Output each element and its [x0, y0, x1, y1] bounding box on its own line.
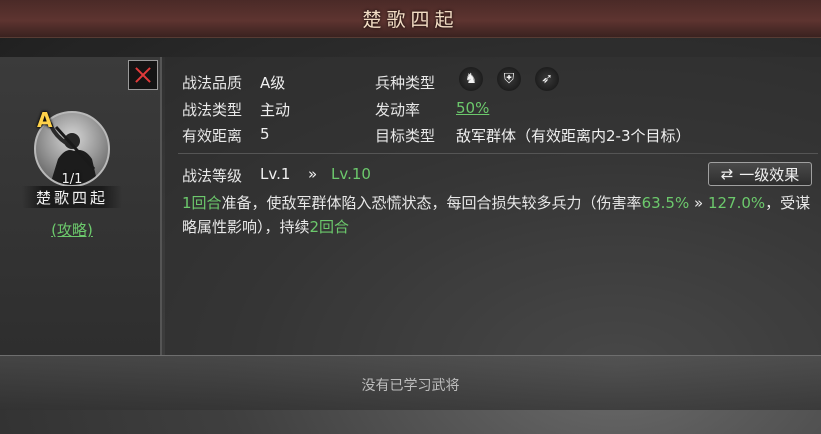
quality-label: 战法品质 [182, 74, 243, 92]
close-button[interactable] [128, 60, 158, 90]
desc-duration: 2回合 [309, 218, 350, 236]
cavalry-icon: ♞ [459, 67, 483, 91]
tactic-name: 楚歌四起 [35, 189, 108, 207]
swap-icon: ⇄ [720, 165, 734, 183]
rate-value: 50% [456, 99, 490, 117]
top-strip [0, 37, 821, 57]
level-effect-button[interactable]: ⇄ 一级效果 [708, 162, 812, 186]
quality-value: A级 [260, 74, 286, 92]
page-title: 楚歌四起 [362, 9, 459, 31]
target-label: 目标类型 [375, 127, 436, 145]
type-label: 战法类型 [182, 101, 243, 119]
range-value: 5 [260, 125, 270, 143]
type-value: 主动 [260, 101, 291, 119]
divider [178, 153, 818, 154]
level-max: Lv.10 [331, 165, 371, 183]
desc-damage-max: 127.0% [707, 194, 766, 212]
desc-text-1: 准备，使敌军群体陷入恐慌状态，每回合损失较多兵力（伤害率 [221, 194, 642, 212]
desc-damage-min: 63.5% [641, 194, 690, 212]
level-arrow: » [308, 165, 318, 183]
no-learned-generals-text: 没有已学习武将 [361, 378, 460, 394]
tactic-count: 1/1 [61, 172, 83, 187]
level-effect-label: 一级效果 [739, 165, 800, 184]
desc-arrow: » [689, 194, 708, 212]
level-current: Lv.1 [260, 165, 291, 183]
troop-type-label: 兵种类型 [375, 74, 436, 92]
grade-badge: A [37, 108, 53, 132]
tactic-description: 1回合准备，使敌军群体陷入恐慌状态，每回合损失较多兵力（伤害率63.5% » 1… [182, 191, 812, 239]
target-value: 敌军群体（有效距离内2-3个目标） [456, 127, 691, 145]
desc-prep-rounds: 1回合 [182, 194, 222, 212]
range-label: 有效距离 [182, 127, 243, 145]
level-label: 战法等级 [182, 167, 243, 185]
rate-label: 发动率 [375, 101, 421, 119]
shield-icon: ⛨ [497, 67, 521, 91]
guide-link[interactable]: (攻略) [22, 219, 122, 240]
bow-icon: ➶ [535, 67, 559, 91]
